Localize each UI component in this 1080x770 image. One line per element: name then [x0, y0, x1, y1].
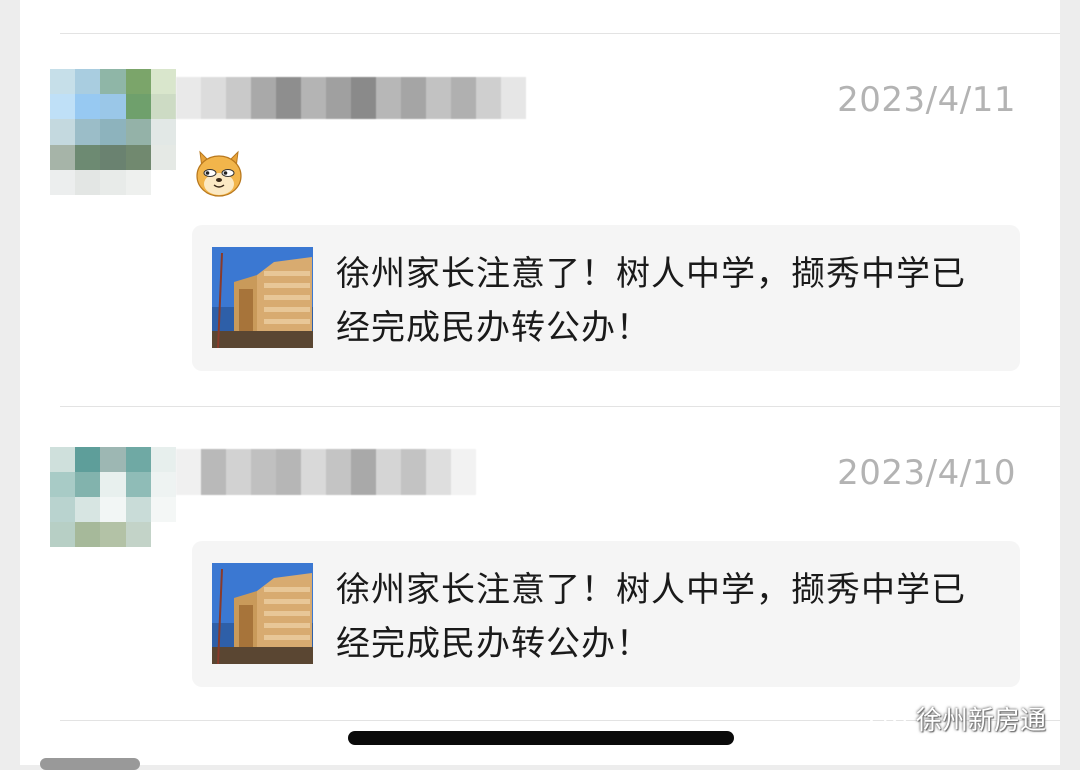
- home-indicator[interactable]: [348, 731, 734, 745]
- next-avatar-edge: [40, 758, 140, 770]
- avatar[interactable]: [50, 447, 176, 547]
- username-blurred: [176, 449, 476, 495]
- comment-timestamp: 2023/4/11: [837, 80, 1016, 120]
- article-thumbnail: [212, 563, 313, 664]
- wechat-icon: [868, 704, 907, 732]
- article-title: 徐州家长注意了！树人中学，撷秀中学已经完成民办转公办！: [336, 254, 966, 348]
- doge-icon: [196, 150, 242, 197]
- article-link-card[interactable]: 徐州家长注意了！树人中学，撷秀中学已经完成民办转公办！: [192, 541, 1020, 687]
- comment-divider: [60, 406, 1060, 407]
- top-divider: [60, 33, 1060, 34]
- article-title: 徐州家长注意了！树人中学，撷秀中学已经完成民办转公办！: [336, 570, 966, 664]
- username-blurred: [176, 77, 526, 119]
- watermark: 徐州新房通: [868, 700, 1046, 737]
- article-link-card[interactable]: 徐州家长注意了！树人中学，撷秀中学已经完成民办转公办！: [192, 225, 1020, 371]
- avatar[interactable]: [50, 69, 176, 195]
- watermark-text: 徐州新房通: [915, 706, 1046, 736]
- article-thumbnail: [212, 247, 313, 348]
- comment-list-page: 2023/4/11 徐州家长注意了！树人中学，撷秀中学已经完成民办转公办！ 20…: [20, 0, 1060, 765]
- comment-timestamp: 2023/4/10: [837, 453, 1016, 493]
